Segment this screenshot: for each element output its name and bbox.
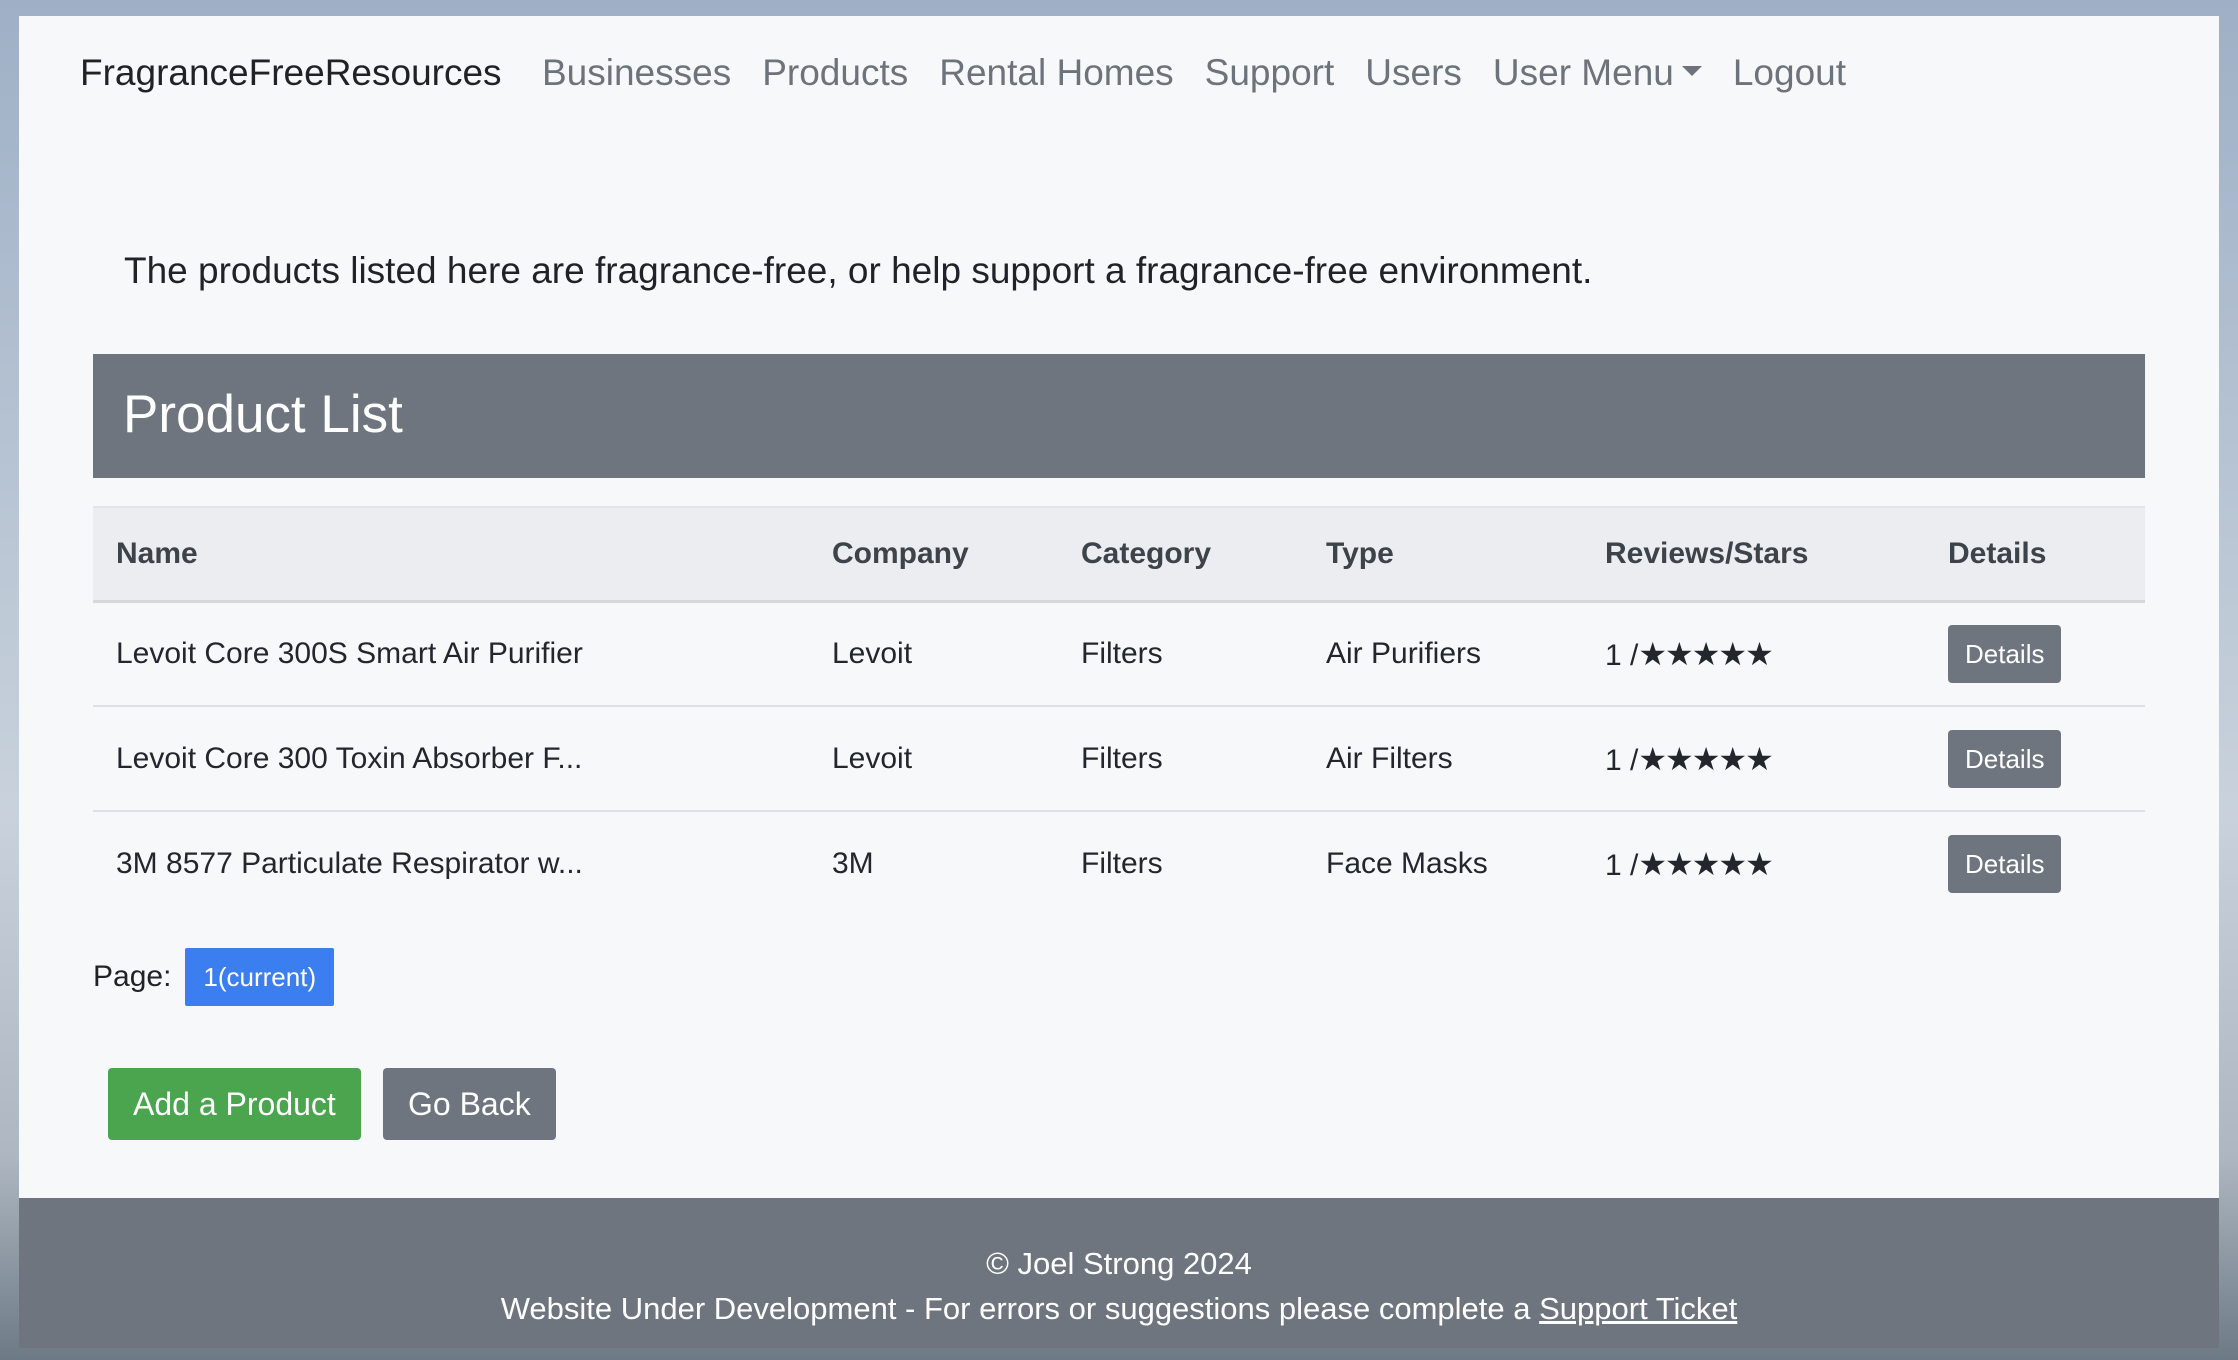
review-count: 1 / xyxy=(1605,849,1639,882)
details-button[interactable]: Details xyxy=(1948,835,2062,893)
cell-company: Levoit xyxy=(832,741,913,775)
cell-category: Filters xyxy=(1081,636,1163,670)
star-rating-icon: ★★★★★ xyxy=(1638,846,1773,882)
table-row: Levoit Core 300 Toxin Absorber F... Levo… xyxy=(93,706,2145,811)
header-details: Details xyxy=(1925,507,2145,603)
page-current-button[interactable]: 1(current) xyxy=(185,948,335,1006)
nav-user-menu[interactable]: User Menu xyxy=(1493,52,1702,94)
header-category: Category xyxy=(1058,507,1303,603)
star-rating-icon: ★★★★★ xyxy=(1638,635,1773,672)
cell-type: Air Purifiers xyxy=(1326,636,1482,670)
cell-name: 3M 8577 Particulate Respirator w... xyxy=(116,847,583,880)
cell-name: Levoit Core 300 Toxin Absorber F... xyxy=(116,741,583,775)
brand-link[interactable]: FragranceFreeResources xyxy=(80,52,502,94)
table-row: Levoit Core 300S Smart Air Purifier Levo… xyxy=(93,601,2145,706)
nav-businesses[interactable]: Businesses xyxy=(542,52,731,94)
header-name: Name xyxy=(93,507,809,603)
review-count: 1 / xyxy=(1605,743,1639,777)
footer-copyright: © Joel Strong 2024 xyxy=(986,1246,1252,1281)
star-rating-icon: ★★★★★ xyxy=(1638,740,1773,777)
cell-type: Air Filters xyxy=(1326,741,1453,775)
nav-products[interactable]: Products xyxy=(762,52,908,94)
details-button[interactable]: Details xyxy=(1948,729,2062,788)
add-product-button[interactable]: Add a Product xyxy=(108,1068,361,1140)
cell-reviews: 1 /★★★★★ xyxy=(1582,706,1925,811)
cell-type: Face Masks xyxy=(1326,847,1488,880)
cell-company: Levoit xyxy=(832,636,913,670)
cell-reviews: 1 /★★★★★ xyxy=(1582,601,1925,706)
details-button[interactable]: Details xyxy=(1948,624,2062,683)
page-title: Product List xyxy=(123,385,403,444)
cell-category: Filters xyxy=(1081,847,1163,880)
table-row: 3M 8577 Particulate Respirator w... 3M F… xyxy=(93,811,2145,916)
cell-details: Details xyxy=(1925,601,2145,706)
cell-details: Details xyxy=(1925,811,2145,916)
cell-reviews: 1 /★★★★★ xyxy=(1582,811,1925,916)
caret-down-icon xyxy=(1681,66,1702,77)
footer: © Joel Strong 2024 Website Under Develop… xyxy=(19,1198,2219,1348)
pagination-label: Page: xyxy=(93,960,172,993)
nav-rental-homes[interactable]: Rental Homes xyxy=(939,52,1173,94)
go-back-button[interactable]: Go Back xyxy=(383,1068,556,1140)
nav-support[interactable]: Support xyxy=(1205,52,1335,94)
navbar: FragranceFreeResources Businesses Produc… xyxy=(19,16,2219,136)
header-reviews: Reviews/Stars xyxy=(1582,507,1925,603)
nav-users[interactable]: Users xyxy=(1365,52,1462,94)
pagination: Page: 1(current) xyxy=(93,948,335,1006)
cell-category: Filters xyxy=(1081,741,1163,775)
support-ticket-link[interactable]: Support Ticket xyxy=(1539,1291,1737,1326)
header-company: Company xyxy=(809,507,1058,603)
nav-user-menu-label: User Menu xyxy=(1492,52,1674,93)
cell-details: Details xyxy=(1925,706,2145,811)
nav-logout[interactable]: Logout xyxy=(1733,52,1846,94)
card-header: Product List xyxy=(93,354,2145,478)
cell-name: Levoit Core 300S Smart Air Purifier xyxy=(116,636,583,670)
main-panel: FragranceFreeResources Businesses Produc… xyxy=(19,16,2219,1348)
review-count: 1 / xyxy=(1605,638,1639,672)
footer-message-line: Website Under Development - For errors o… xyxy=(19,1291,2219,1327)
table-header-row: Name Company Category Type Reviews/Stars… xyxy=(93,507,2145,603)
intro-text: The products listed here are fragrance-f… xyxy=(124,250,1593,291)
nav-links: Businesses Products Rental Homes Support… xyxy=(542,52,1877,94)
cell-company: 3M xyxy=(832,847,874,880)
footer-message: Website Under Development - For errors o… xyxy=(500,1291,1531,1326)
product-table: Name Company Category Type Reviews/Stars… xyxy=(93,506,2145,916)
header-type: Type xyxy=(1303,507,1582,603)
